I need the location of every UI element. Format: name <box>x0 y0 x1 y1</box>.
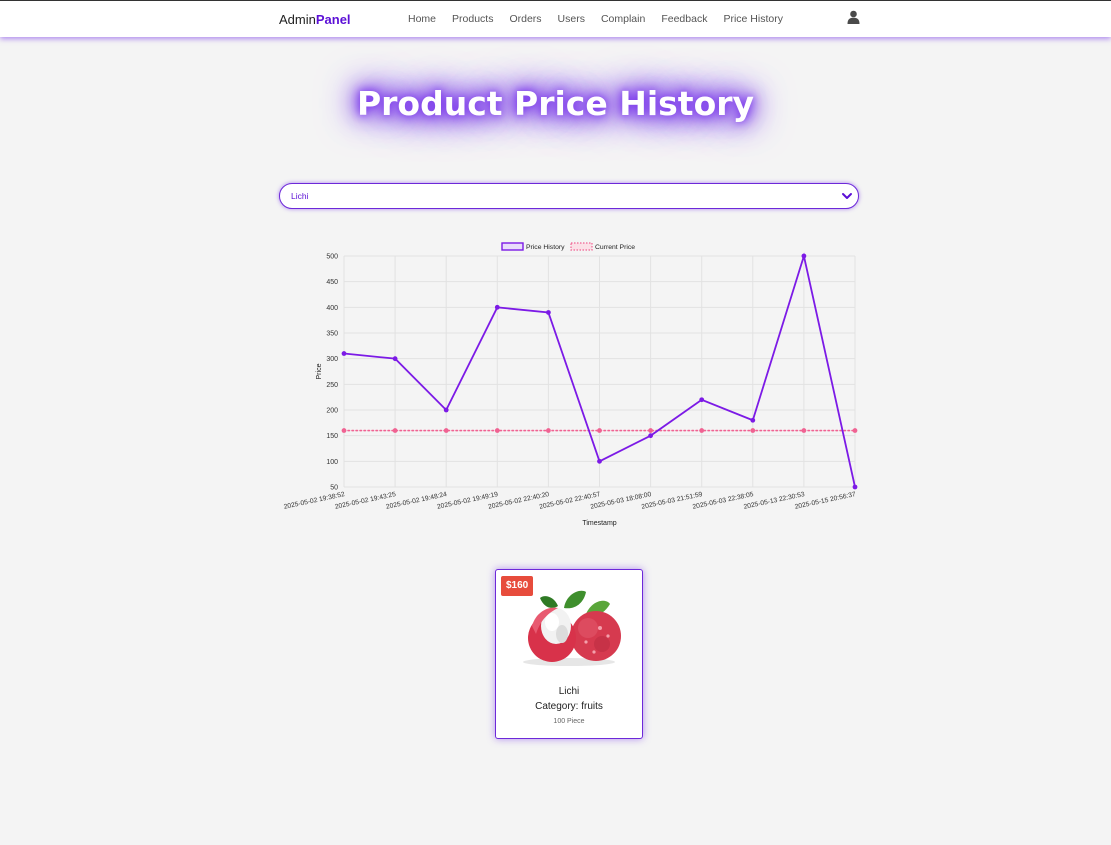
nav-item-home[interactable]: Home <box>408 13 436 25</box>
price-history-point <box>597 458 602 464</box>
price-history-chart: 50 100 150 200 250 300 350 400 450 500 2025-05-02 … <box>279 238 859 530</box>
y-tick-label: 300 <box>326 356 338 363</box>
brand-prefix: Admin <box>279 12 316 27</box>
current-price-point <box>392 428 398 433</box>
price-history-point <box>443 407 449 413</box>
current-price-point <box>494 428 500 433</box>
product-card[interactable]: $160 Lichi Category: fruits 100 Piece <box>495 569 643 739</box>
current-price-point <box>546 428 551 433</box>
current-price-point <box>341 428 347 433</box>
legend-label-current-price: Current Price <box>595 244 635 251</box>
y-axis-title: Price <box>316 363 323 379</box>
nav-item-price-history[interactable]: Price History <box>723 13 783 25</box>
legend-swatch-price-history <box>501 242 524 251</box>
x-axis-title: Timestamp <box>582 520 616 527</box>
price-badge: $160 <box>501 576 534 596</box>
current-price-point <box>852 428 858 433</box>
user-icon[interactable] <box>847 10 860 24</box>
y-tick-label: 250 <box>326 382 338 389</box>
brand-logo[interactable]: AdminPanel <box>279 12 351 27</box>
product-name: Lichi <box>558 686 580 697</box>
current-price-point <box>443 428 449 433</box>
lichi-fruit-image <box>523 590 621 666</box>
y-tick-label: 450 <box>326 279 338 286</box>
current-price-point <box>801 428 807 433</box>
current-price-point <box>597 428 602 433</box>
y-tick-label: 50 <box>330 485 338 492</box>
y-tick-label: 100 <box>326 459 338 466</box>
chevron-down-icon <box>842 193 852 199</box>
nav-item-users[interactable]: Users <box>558 13 585 25</box>
product-category: Category: fruits <box>535 701 603 712</box>
page-title-text: Product Price History <box>356 84 755 123</box>
legend-swatch-current-price <box>570 242 593 251</box>
nav-links: Home Products Orders Users Complain Feed… <box>408 13 799 25</box>
nav-item-products[interactable]: Products <box>452 13 493 25</box>
price-history-chart-svg: 501001502002503003504004505002025-05-02 … <box>283 242 858 527</box>
legend-label-price-history: Price History <box>526 244 565 251</box>
price-history-point <box>648 433 653 439</box>
y-tick-label: 500 <box>326 254 338 261</box>
price-history-point <box>341 351 347 356</box>
y-tick-label: 400 <box>326 305 338 312</box>
nav-item-complain[interactable]: Complain <box>601 13 645 25</box>
price-history-point <box>750 417 756 423</box>
product-select[interactable]: Lichi <box>279 183 859 209</box>
current-price-point <box>750 428 756 433</box>
y-tick-label: 200 <box>326 408 338 415</box>
price-history-point <box>852 484 858 490</box>
product-unit: 100 Piece <box>553 718 585 725</box>
current-price-point <box>648 428 653 433</box>
y-tick-label: 150 <box>326 433 338 440</box>
price-history-point <box>699 397 705 403</box>
navbar: AdminPanel Home Products Orders Users Co… <box>0 0 1111 37</box>
current-price-point <box>699 428 705 433</box>
page-title: Product Price History <box>0 80 1111 127</box>
nav-item-feedback[interactable]: Feedback <box>661 13 707 25</box>
price-history-point <box>801 253 807 259</box>
price-history-point <box>494 304 500 310</box>
price-history-point <box>546 310 551 315</box>
brand-highlight: Panel <box>315 12 351 27</box>
y-tick-label: 350 <box>326 331 338 338</box>
nav-item-orders[interactable]: Orders <box>509 13 541 25</box>
product-select-value: Lichi <box>291 191 309 201</box>
price-history-point <box>392 356 398 362</box>
